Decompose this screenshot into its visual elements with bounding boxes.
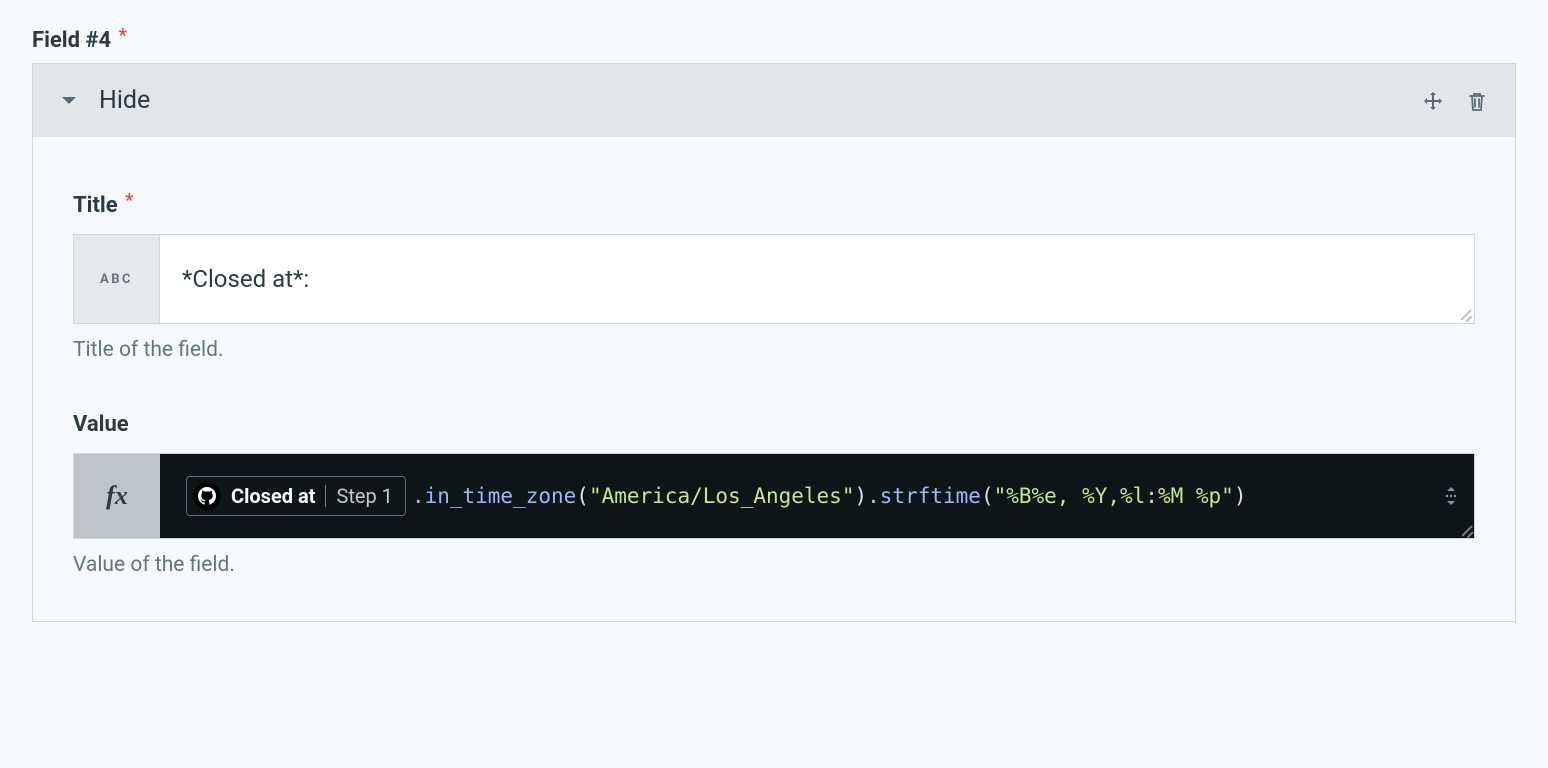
collapse-toggle[interactable] <box>59 91 79 111</box>
move-handle[interactable] <box>1421 89 1445 113</box>
collapse-toggle-label[interactable]: Hide <box>99 86 150 115</box>
title-type-badge[interactable]: ABC <box>74 235 160 323</box>
section-label-text: Field #4 <box>32 28 111 53</box>
value-field-block: Value fx Closed at Step 1 <box>73 412 1475 577</box>
value-formula-wrap: fx Closed at Step 1 .in_time_zone("Ameri <box>73 453 1475 539</box>
formula-type-icon: fx <box>106 481 128 511</box>
section-label: Field #4 * <box>32 28 1516 53</box>
code-paren: ) <box>854 484 867 508</box>
text-type-icon: ABC <box>100 272 133 287</box>
title-label-text: Title <box>73 193 118 218</box>
trash-icon <box>1468 91 1486 111</box>
panel-body: Title * ABC *Closed at*: Title of the fi… <box>33 137 1515 621</box>
value-label: Value <box>73 412 1475 437</box>
resize-handle[interactable] <box>1458 522 1472 536</box>
move-icon <box>1423 91 1443 111</box>
title-field-block: Title * ABC *Closed at*: Title of the fi… <box>73 193 1475 362</box>
chevron-down-icon <box>61 96 77 106</box>
github-icon <box>193 482 221 510</box>
code-str: "America/Los_Angeles" <box>589 484 855 508</box>
value-formula-input[interactable]: Closed at Step 1 .in_time_zone("America/… <box>160 454 1474 538</box>
title-input-wrap: ABC *Closed at*: <box>73 234 1475 324</box>
formula-mode-toggle[interactable] <box>1442 485 1460 507</box>
code-paren: ) <box>1234 484 1247 508</box>
title-label: Title * <box>73 193 1475 218</box>
value-type-badge[interactable]: fx <box>74 454 160 538</box>
code-fn: in_time_zone <box>425 484 577 508</box>
field-panel: Hide Title * ABC *Closed at*: <box>32 63 1516 622</box>
code-paren: ( <box>981 484 994 508</box>
code-fn: strftime <box>880 484 981 508</box>
datapill-label: Closed at <box>221 484 325 508</box>
code-str: "%B%e, %Y,%l:%M %p" <box>994 484 1234 508</box>
code-dot: . <box>412 484 425 508</box>
value-helper: Value of the field. <box>73 553 1475 577</box>
required-star: * <box>125 190 133 211</box>
formula-code: .in_time_zone("America/Los_Angeles").str… <box>412 484 1247 508</box>
code-paren: ( <box>576 484 589 508</box>
code-dot: . <box>867 484 880 508</box>
required-star: * <box>119 25 127 46</box>
title-input[interactable]: *Closed at*: <box>160 235 1474 323</box>
datapill-step: Step 1 <box>326 484 392 508</box>
datapill-closed-at[interactable]: Closed at Step 1 <box>186 476 406 516</box>
title-helper: Title of the field. <box>73 338 1475 362</box>
delete-button[interactable] <box>1465 89 1489 113</box>
value-label-text: Value <box>73 412 129 437</box>
panel-header: Hide <box>33 64 1515 137</box>
resize-handle[interactable] <box>1457 306 1471 320</box>
title-input-value: *Closed at*: <box>182 265 309 293</box>
